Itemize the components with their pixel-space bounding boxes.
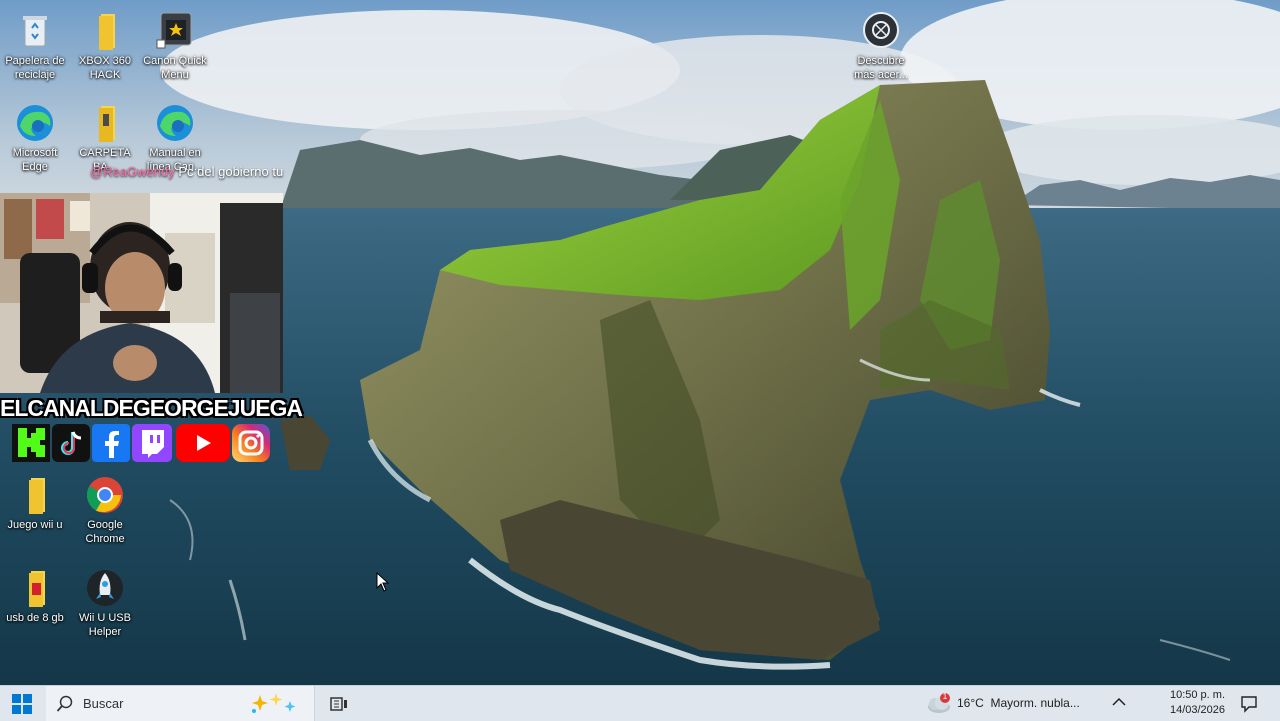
desktop-icon-label: usb de 8 gb — [6, 612, 64, 624]
desktop-icon-usb-8gb[interactable]: usb de 8 gb — [0, 567, 70, 625]
desktop-icon-label: Wii U USB Helper — [79, 612, 131, 638]
desktop-icon-label: Microsoft Edge — [12, 147, 58, 173]
weather-text: 16°C Mayorm. nubla... — [957, 696, 1080, 710]
desktop-icon-xbox-hack-folder[interactable]: XBOX 360 HACK — [70, 10, 140, 82]
folder-icon — [82, 10, 128, 52]
notification-center-icon[interactable] — [1240, 695, 1258, 713]
chrome-icon — [82, 474, 128, 516]
desktop-icon-label: Papelera de reciclaje — [5, 55, 65, 81]
donor-name: @ReaGwendy — [90, 164, 175, 179]
edge-icon — [152, 102, 198, 144]
clock-date: 14/03/2026 — [1169, 704, 1226, 716]
camera-spotlight-icon — [858, 10, 904, 52]
taskbar: Buscar 1 16°C Mayorm. nubla... 10:50 p. … — [0, 685, 1280, 721]
desktop-icon-recycle-bin[interactable]: Papelera de reciclaje — [0, 10, 70, 82]
recycle-bin-icon — [12, 10, 58, 52]
search-placeholder: Buscar — [83, 696, 124, 711]
desktop-icon-microsoft-edge[interactable]: Microsoft Edge — [0, 102, 70, 174]
youtube-icon — [176, 424, 230, 462]
taskbar-search-box[interactable]: Buscar — [46, 686, 315, 721]
desktop-icon-label: Google Chrome — [85, 519, 125, 545]
folder-icon — [82, 102, 128, 144]
desktop-icon-juego-wii-u[interactable]: Juego wii u — [0, 474, 70, 532]
canon-app-icon — [152, 10, 198, 52]
desktop-icon-label: Descubre más acer... — [854, 55, 908, 81]
desktop-icon-google-chrome[interactable]: Google Chrome — [70, 474, 140, 546]
desktop-icon-wii-u-usb-helper[interactable]: Wii U USB Helper — [70, 567, 140, 639]
clock-time: 10:50 p. m. — [1169, 689, 1226, 701]
facebook-icon — [92, 424, 130, 462]
rocket-app-icon — [82, 567, 128, 609]
weather-alert-badge: 1 — [942, 692, 948, 701]
mouse-cursor-icon — [376, 572, 390, 592]
task-view-icon[interactable] — [330, 695, 348, 713]
folder-icon — [12, 474, 58, 516]
tiktok-icon — [52, 424, 90, 462]
donation-message: Pc del gobierno tu — [178, 164, 284, 179]
webcam-feed — [0, 193, 283, 393]
donation-alert: @ReaGwendy Pc del gobierno tu — [90, 164, 283, 184]
kick-icon — [12, 424, 50, 462]
search-highlight-icon — [252, 693, 296, 713]
desktop-icon-spotlight[interactable]: Descubre más acer... — [846, 10, 916, 82]
desktop-icon-label: Juego wii u — [7, 519, 63, 531]
search-icon — [56, 695, 73, 712]
weather-temp: 16°C — [957, 696, 984, 710]
edge-icon — [12, 102, 58, 144]
instagram-icon — [232, 424, 270, 462]
taskbar-clock[interactable]: 10:50 p. m. 14/03/2026 — [1160, 688, 1235, 718]
folder-icon — [12, 567, 58, 609]
chevron-up-icon[interactable] — [1112, 697, 1126, 707]
desktop-icon-canon-quick-menu[interactable]: Canon Quick Menu — [140, 10, 210, 82]
desktop-icon-label: XBOX 360 HACK — [79, 55, 131, 81]
desktop-icon-label: Canon Quick Menu — [143, 55, 207, 81]
twitch-icon — [132, 424, 172, 462]
weather-condition: Mayorm. nubla... — [990, 696, 1080, 710]
windows-start-icon[interactable] — [12, 694, 32, 714]
channel-name: ELCANALDEGEORGEJUEGA — [0, 395, 303, 421]
